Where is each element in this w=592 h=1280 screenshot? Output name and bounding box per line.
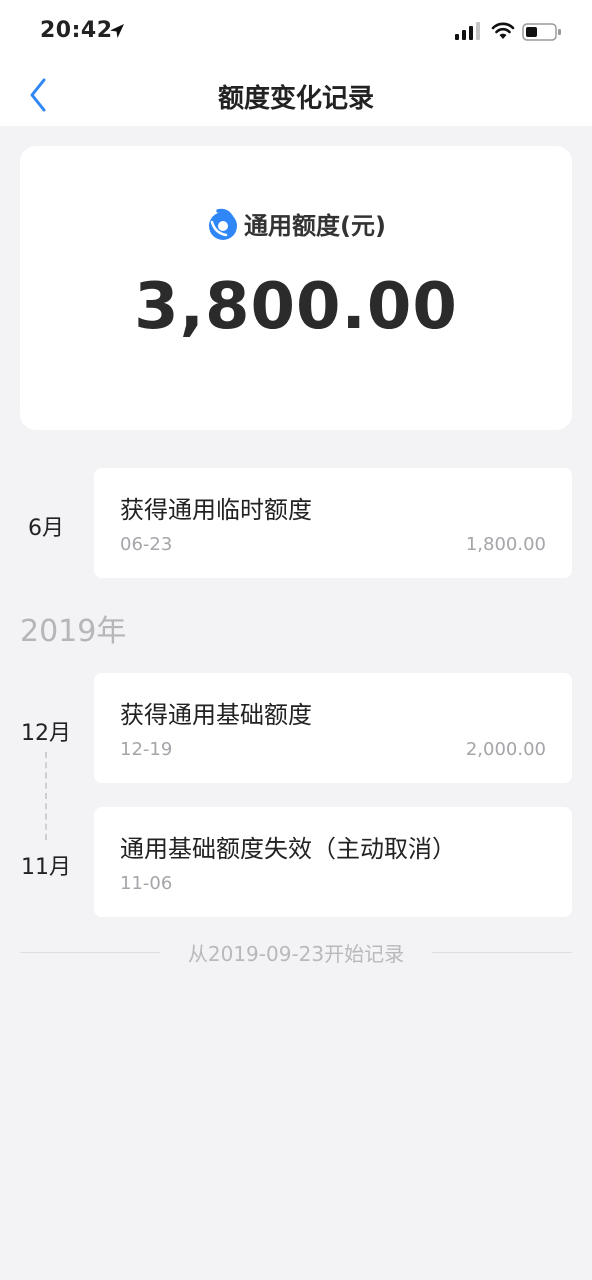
record-date: 12-19 xyxy=(120,739,173,760)
record-date: 06-23 xyxy=(120,534,173,555)
record-title: 通用基础额度失效（主动取消） xyxy=(120,835,456,863)
credit-amount: 3,800.00 xyxy=(134,270,458,344)
record-title: 获得通用基础额度 xyxy=(120,701,312,729)
credit-label: 通用额度(元) xyxy=(244,212,386,240)
record-item[interactable]: 获得通用基础额度 12-19 2,000.00 xyxy=(94,673,572,783)
brand-logo-icon xyxy=(209,208,238,240)
record-title: 获得通用临时额度 xyxy=(120,496,312,524)
record-item[interactable]: 获得通用临时额度 06-23 1,800.00 xyxy=(94,468,572,578)
wifi-icon xyxy=(491,22,515,39)
battery-icon xyxy=(522,23,561,41)
credit-summary-card: 通用额度(元) 3,800.00 xyxy=(20,146,572,430)
credit-label-row: 通用额度(元) xyxy=(20,206,572,241)
year-header: 2019年 xyxy=(20,614,127,649)
record-amount: 2,000.00 xyxy=(465,739,546,760)
status-time: 20:42 xyxy=(40,18,113,43)
signal-icon xyxy=(455,22,480,40)
location-arrow-icon xyxy=(110,24,124,38)
page-title: 额度变化记录 xyxy=(217,84,374,114)
record-amount: 1,800.00 xyxy=(465,534,546,555)
record-start-note: 从2019-09-23开始记录 xyxy=(20,938,572,968)
month-label: 12月 xyxy=(18,715,74,747)
top-bar: 20:42 额度变化记录 xyxy=(0,0,592,126)
divider xyxy=(432,952,572,953)
record-date: 11-06 xyxy=(120,873,173,894)
record-item[interactable]: 通用基础额度失效（主动取消） 11-06 xyxy=(94,807,572,917)
month-label: 11月 xyxy=(18,849,74,881)
month-label: 6月 xyxy=(18,510,74,542)
timeline-connector xyxy=(45,752,47,840)
